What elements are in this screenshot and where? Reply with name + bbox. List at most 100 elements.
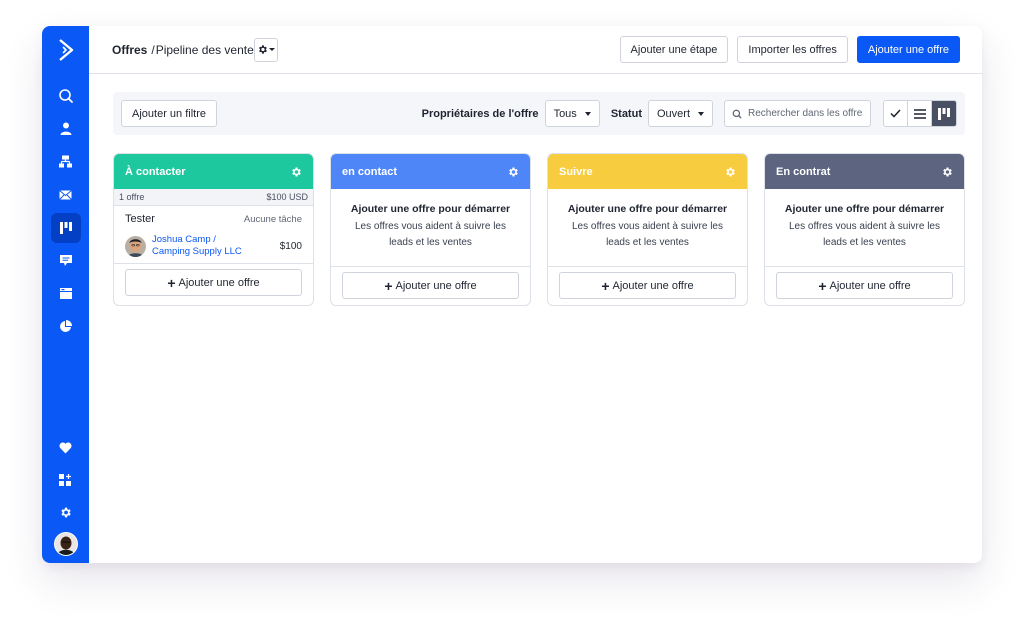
stage-total-value: $100 USD (266, 192, 308, 202)
view-list-button[interactable] (908, 101, 932, 126)
deal-search (724, 100, 871, 127)
person-icon (60, 122, 71, 135)
stage-add-deal-button[interactable]: + Ajouter une offre (559, 272, 736, 299)
search-input[interactable] (748, 108, 863, 119)
stage-column: en contact Ajouter une offre pour démarr… (330, 153, 531, 306)
stage-column: À contacter 1 offre $100 USD Tester Aucu… (113, 153, 314, 306)
view-tasks-button[interactable] (884, 101, 908, 126)
search-icon (58, 88, 73, 103)
sidebar-item-reports[interactable] (51, 312, 81, 342)
browser-window-icon (59, 288, 72, 299)
add-stage-button[interactable]: Ajouter une étape (619, 36, 729, 63)
stage-settings-icon[interactable] (941, 166, 953, 178)
plus-icon: + (818, 277, 827, 294)
gear-icon (258, 45, 267, 54)
stage-add-deal-button[interactable]: + Ajouter une offre (776, 272, 953, 299)
contact-avatar (125, 235, 146, 257)
deal-value: $100 (279, 240, 302, 252)
stage-header: En contrat (765, 154, 964, 189)
stage-column: En contrat Ajouter une offre pour démarr… (764, 153, 965, 306)
filter-bar: Ajouter un filtre Propriétaires de l'off… (113, 92, 965, 135)
owner-filter-label: Propriétaires de l'offre (421, 107, 539, 120)
top-bar: Offres / Pipeline des ventes Ajouter une… (89, 26, 982, 74)
apps-add-icon (59, 473, 71, 486)
import-deals-button[interactable]: Importer les offres (737, 36, 848, 63)
sidebar-item-conversations[interactable] (51, 246, 81, 276)
stage-title[interactable]: Suivre (559, 166, 593, 178)
sidebar-item-search[interactable] (51, 81, 81, 111)
plus-icon: + (384, 277, 393, 294)
stage-header: en contact (331, 154, 530, 189)
add-deal-button[interactable]: Ajouter une offre (856, 36, 960, 63)
kanban-icon (59, 221, 72, 234)
stage-settings-icon[interactable] (507, 166, 519, 178)
breadcrumb-current: Pipeline des ventes (155, 42, 260, 57)
pipeline-board: À contacter 1 offre $100 USD Tester Aucu… (113, 153, 965, 306)
gear-icon (61, 507, 71, 517)
stage-empty-state: Ajouter une offre pour démarrer Les offr… (548, 189, 747, 267)
deal-contact-company[interactable]: Camping Supply LLC (152, 246, 242, 258)
stage-settings-icon[interactable] (290, 166, 302, 178)
stage-empty-state: Ajouter une offre pour démarrer Les offr… (765, 189, 964, 267)
stage-header: Suivre (548, 154, 747, 189)
sidebar-item-favorites[interactable] (51, 433, 81, 463)
sidebar-item-deals[interactable] (50, 212, 81, 243)
empty-description: Les offres vous aident à suivre les lead… (354, 221, 506, 248)
sitemap-icon (59, 155, 72, 168)
empty-description: Les offres vous aident à suivre les lead… (571, 221, 723, 248)
chat-icon (59, 254, 72, 266)
caret-down-icon (584, 111, 591, 116)
pie-chart-icon (60, 320, 72, 332)
stage-add-deal-button[interactable]: + Ajouter une offre (125, 269, 302, 296)
deal-task-status: Aucune tâche (243, 213, 302, 225)
sidebar-item-automations[interactable] (51, 147, 81, 177)
pipeline-settings-button[interactable] (253, 37, 278, 62)
empty-title: Ajouter une offre pour démarrer (784, 203, 945, 215)
owner-filter-value: Tous (553, 107, 577, 120)
main-area: Offres / Pipeline des ventes Ajouter une… (89, 26, 982, 563)
plus-icon: + (167, 274, 176, 291)
stage-empty-state: Ajouter une offre pour démarrer Les offr… (331, 189, 530, 267)
sidebar-item-site[interactable] (51, 279, 81, 309)
user-avatar[interactable] (53, 532, 78, 556)
stage-title[interactable]: À contacter (125, 166, 186, 178)
add-deal-label: Ajouter une offre (612, 279, 694, 292)
breadcrumb: Offres / Pipeline des ventes (112, 37, 278, 62)
list-icon (913, 108, 926, 119)
sidebar-item-settings[interactable] (51, 497, 81, 527)
stage-column: Suivre Ajouter une offre pour démarrer L… (547, 153, 748, 306)
stage-summary: 1 offre $100 USD (114, 189, 313, 206)
caret-down-icon (268, 48, 275, 51)
deal-title[interactable]: Tester (125, 213, 155, 225)
sidebar (42, 26, 89, 563)
add-deal-label: Ajouter une offre (829, 279, 911, 292)
logo-icon[interactable] (42, 26, 89, 73)
add-filter-button[interactable]: Ajouter un filtre (121, 100, 217, 127)
plus-icon: + (601, 277, 610, 294)
kanban-icon (938, 107, 950, 120)
view-mode-toggle (883, 100, 957, 127)
breadcrumb-root[interactable]: Offres (112, 43, 147, 57)
status-filter-label: Statut (610, 107, 642, 120)
caret-down-icon (698, 111, 704, 116)
deal-card[interactable]: Tester Aucune tâche Joshua Camp / Campin… (114, 206, 313, 264)
heart-icon (59, 442, 72, 454)
sidebar-item-contacts[interactable] (51, 114, 81, 144)
app-window: Offres / Pipeline des ventes Ajouter une… (42, 26, 982, 563)
sidebar-item-apps[interactable] (51, 465, 81, 495)
breadcrumb-separator: / (151, 42, 155, 57)
sidebar-item-campaigns[interactable] (51, 180, 81, 210)
status-filter-select[interactable]: Ouvert (647, 100, 713, 127)
status-filter-value: Ouvert (656, 107, 690, 120)
owner-filter-select[interactable]: Tous (544, 100, 600, 127)
deal-contact-name[interactable]: Joshua Camp / (152, 234, 242, 246)
add-deal-label: Ajouter une offre (395, 279, 477, 292)
empty-title: Ajouter une offre pour démarrer (567, 203, 728, 215)
stage-title[interactable]: en contact (342, 166, 397, 178)
stage-add-deal-button[interactable]: + Ajouter une offre (342, 272, 519, 299)
stage-title[interactable]: En contrat (776, 166, 830, 178)
stage-settings-icon[interactable] (724, 166, 736, 178)
view-kanban-button[interactable] (932, 101, 956, 126)
empty-title: Ajouter une offre pour démarrer (350, 203, 511, 215)
stage-deal-count: 1 offre (119, 192, 145, 202)
